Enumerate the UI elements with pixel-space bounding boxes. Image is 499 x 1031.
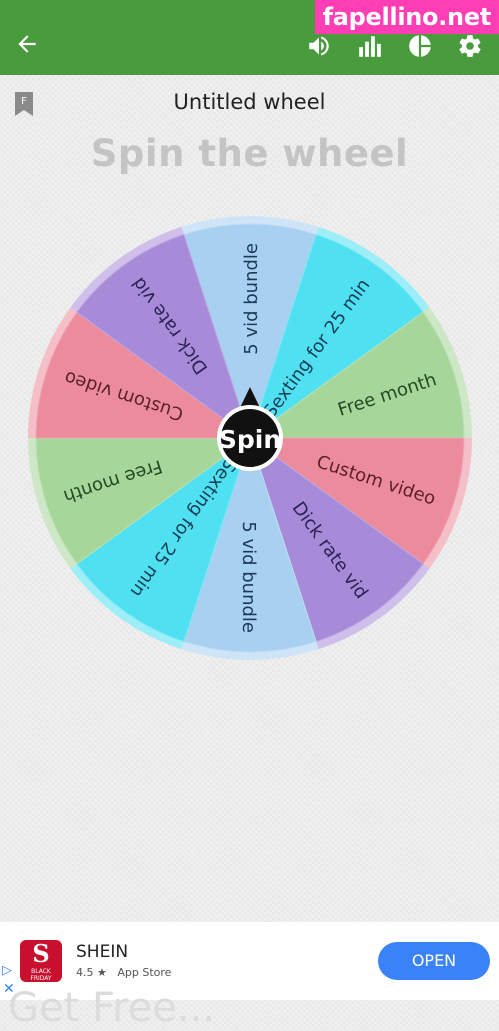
wheel-name[interactable]: Untitled wheel (0, 90, 499, 114)
adchoices-icon[interactable]: ▷ (2, 964, 12, 978)
ad-app-name[interactable]: SHEIN (76, 942, 128, 962)
wheel-segment-label: 5 vid bundle (241, 243, 262, 355)
page-title: Spin the wheel (90, 132, 409, 175)
ad-rating: 4.5 ★ (76, 966, 107, 979)
gear-icon[interactable] (456, 33, 484, 59)
ad-banner[interactable]: S BLACK FRIDAY SHEIN 4.5 ★ App Store OPE… (0, 922, 499, 1028)
wheel-segment-label: 5 vid bundle (238, 521, 259, 633)
watermark: fapellino.net (314, 0, 499, 34)
ad-meta: 4.5 ★ App Store (76, 966, 171, 979)
bar-chart-icon[interactable] (356, 33, 384, 59)
spin-wheel[interactable]: 5 vid bundleSexting for 25 minFree month… (0, 190, 499, 690)
ad-store: App Store (117, 966, 172, 979)
app-logo[interactable]: S BLACK FRIDAY (20, 940, 62, 982)
pie-chart-icon[interactable] (406, 33, 434, 59)
open-button[interactable]: OPEN (378, 942, 490, 980)
arrow-left-icon[interactable] (14, 31, 40, 57)
ad-overflow-text: Get Free... (8, 985, 216, 1031)
spin-label[interactable]: Spin (219, 425, 281, 454)
volume-icon[interactable] (305, 33, 333, 59)
